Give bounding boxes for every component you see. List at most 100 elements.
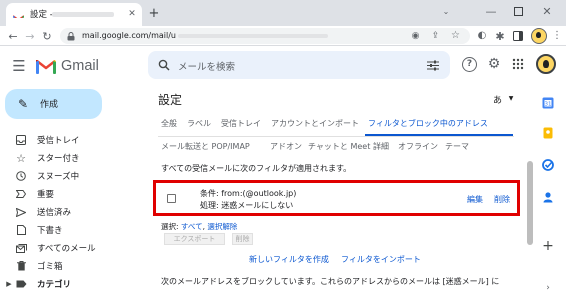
tab-offline[interactable]: オフライン [398, 141, 438, 152]
bulk-delete-button[interactable]: 削除 [232, 233, 253, 245]
lock-icon[interactable] [66, 31, 76, 41]
label-icon [14, 277, 28, 291]
tab-labels[interactable]: ラベル [187, 118, 211, 129]
select-none-link[interactable]: 選択解除 [207, 222, 237, 231]
sidebar-item-drafts[interactable]: 下書き [0, 221, 146, 239]
browser-profile-avatar[interactable] [531, 28, 547, 44]
draft-icon [14, 223, 28, 237]
gmail-logo-icon [36, 59, 56, 74]
sidebar-item-starred[interactable]: ☆ スター付き [0, 149, 146, 167]
tab-forwarding-pop-imap[interactable]: メール転送と POP/IMAP [161, 141, 250, 152]
compose-button[interactable]: ✎ 作成 [5, 89, 102, 119]
window-maximize-icon[interactable] [512, 4, 524, 18]
gmail-brand-text: Gmail [61, 58, 99, 74]
export-button[interactable]: エクスポート [164, 233, 225, 245]
account-avatar[interactable] [536, 54, 556, 74]
tab-filters-blocked[interactable]: フィルタとブロック中のアドレス [368, 118, 488, 129]
puzzle-icon[interactable]: ✱ [493, 29, 507, 43]
tab-general[interactable]: 全般 [161, 118, 177, 129]
sidebar-item-all-mail[interactable]: すべてのメール [0, 239, 146, 257]
sidebar-item-inbox[interactable]: 受信トレイ [0, 131, 146, 149]
sidebar-item-trash[interactable]: ゴミ箱 [0, 257, 146, 275]
tab-inbox[interactable]: 受信トレイ [221, 118, 261, 129]
chevron-down-icon[interactable]: ▼ [507, 94, 515, 103]
sidebar-item-snoozed[interactable]: スヌーズ中 [0, 167, 146, 185]
pencil-icon: ✎ [17, 97, 29, 111]
search-input[interactable]: メールを検索 [178, 59, 235, 73]
gmail-favicon-icon [13, 9, 24, 18]
hide-side-panel-icon[interactable]: › [542, 282, 554, 294]
select-label: 選択: [161, 222, 181, 231]
address-bar[interactable]: mail.google.com/mail/u ◉ ⇪ ☆ [60, 28, 470, 44]
browser-tab-strip: 設定 - ✕ + ⌄ — ✕ [0, 0, 566, 26]
forward-icon[interactable]: → [23, 29, 37, 43]
extension-icon[interactable]: ◐ [475, 29, 489, 43]
expand-arrow-icon[interactable]: ▶ [5, 279, 13, 289]
eye-icon[interactable]: ◉ [410, 31, 421, 41]
search-options-icon[interactable] [425, 57, 441, 73]
help-icon[interactable]: ? [462, 57, 477, 72]
reload-icon[interactable]: ↻ [40, 29, 54, 43]
filter-condition: 条件: from:(@outlook.jp) [200, 189, 297, 198]
edit-filter-link[interactable]: 編集 [467, 194, 483, 205]
bookmark-star-icon[interactable]: ☆ [450, 30, 461, 41]
settings-panel: 設定 あ ▼ 全般 ラベル 受信トレイ アカウントとインポート フィルタとブロッ… [148, 81, 526, 299]
redacted-url [178, 34, 328, 38]
sidebar-item-label: すべてのメール [37, 244, 96, 254]
new-tab-icon[interactable]: + [147, 6, 161, 20]
create-filter-link[interactable]: 新しいフィルタを作成 [249, 254, 329, 265]
tab-close-icon[interactable]: ✕ [126, 8, 138, 20]
get-addons-plus-icon[interactable]: + [542, 239, 554, 253]
selection-row: 選択: すべて, 選択解除 [161, 221, 237, 232]
tab-advanced[interactable]: 詳細 [373, 141, 389, 152]
filter-row: 条件: from:(@outlook.jp) 処理: 迷惑メールにしない 編集 … [153, 180, 520, 216]
blocked-addresses-text: 次のメールアドレスをブロックしています。これらのアドレスからのメールは [迷惑メ… [161, 277, 500, 286]
sidebar-item-label: 受信トレイ [37, 136, 80, 146]
sidebar-item-label: スター付き [37, 154, 80, 164]
sidebar-item-categories[interactable]: ▶ カテゴリ [0, 275, 146, 293]
contacts-icon[interactable] [542, 188, 554, 203]
side-panel-icon[interactable] [511, 29, 525, 43]
gear-icon[interactable]: ⚙ [486, 56, 502, 72]
send-icon [14, 205, 28, 219]
apps-grid-icon[interactable] [510, 56, 526, 72]
tabs-divider [158, 136, 514, 137]
tab-chat-meet[interactable]: チャットと Meet [308, 141, 370, 152]
tab-addons[interactable]: アドオン [270, 141, 302, 152]
share-icon[interactable]: ⇪ [430, 31, 441, 41]
compose-label: 作成 [40, 100, 59, 110]
main-menu-icon[interactable]: ☰ [10, 57, 28, 75]
tab-themes[interactable]: テーマ [445, 141, 469, 152]
calendar-icon[interactable]: 31 [542, 94, 554, 109]
sidebar-item-label: ゴミ箱 [37, 262, 63, 272]
sidebar-item-label: 送信済み [37, 208, 72, 218]
browser-tab[interactable]: 設定 - ✕ [6, 3, 142, 26]
browser-toolbar: ← → ↻ mail.google.com/mail/u ◉ ⇪ ☆ ◐ ✱ ⋮ [0, 26, 566, 46]
tab-search-chevron-icon[interactable]: ⌄ [440, 6, 452, 18]
filter-checkbox[interactable] [167, 194, 176, 203]
sidebar-item-label: カテゴリ [37, 280, 72, 290]
url-text: mail.google.com/mail/u [82, 31, 177, 40]
select-all-link[interactable]: すべて [181, 222, 203, 231]
window-minimize-icon[interactable]: — [485, 4, 497, 18]
tasks-icon[interactable] [542, 156, 554, 171]
sidebar-item-important[interactable]: 重要 [0, 185, 146, 203]
search-icon[interactable] [156, 57, 172, 73]
mail-search-bar[interactable]: メールを検索 [148, 51, 450, 79]
tab-accounts-import[interactable]: アカウントとインポート [271, 118, 359, 129]
star-icon: ☆ [16, 151, 26, 165]
import-filter-link[interactable]: フィルタをインポート [341, 254, 421, 265]
trash-icon [14, 259, 28, 273]
window-close-icon[interactable]: ✕ [541, 4, 553, 18]
important-icon [14, 187, 28, 201]
keep-icon[interactable] [542, 124, 554, 139]
clock-icon [14, 169, 28, 183]
delete-filter-link[interactable]: 削除 [494, 194, 510, 205]
browser-menu-icon[interactable]: ⋮ [552, 29, 562, 43]
sidebar-item-sent[interactable]: 送信済み [0, 203, 146, 221]
back-icon[interactable]: ← [6, 29, 20, 43]
input-tools-button[interactable]: あ [493, 93, 502, 106]
sidebar-item-label: 下書き [37, 226, 63, 236]
filters-heading: すべての受信メールに次のフィルタが適用されます。 [161, 164, 352, 173]
scrollbar[interactable] [527, 161, 533, 245]
